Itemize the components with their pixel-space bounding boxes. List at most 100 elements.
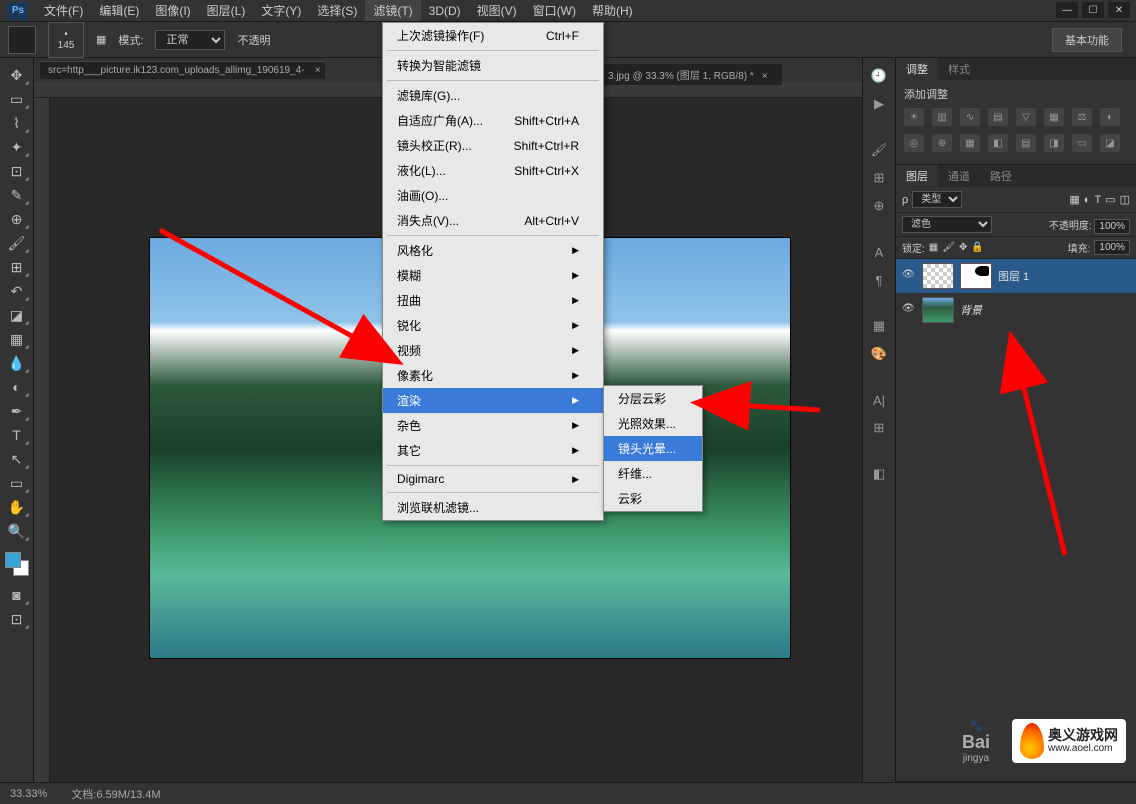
crop-tool[interactable]: ⊡ (4, 160, 30, 182)
lasso-tool[interactable]: ⌇ (4, 112, 30, 134)
menu-stylize[interactable]: 风格化▶ (383, 238, 603, 263)
layer-name[interactable]: 背景 (960, 302, 982, 318)
pen-tool[interactable]: ✒ (4, 400, 30, 422)
healing-brush-tool[interactable]: ⊕ (4, 208, 30, 230)
path-selection-tool[interactable]: ↖ (4, 448, 30, 470)
brush-preview[interactable] (8, 26, 36, 54)
lock-pixels-icon[interactable]: 🖌 (942, 242, 955, 253)
menu-distort[interactable]: 扭曲▶ (383, 288, 603, 313)
tab-close-icon[interactable]: × (315, 65, 321, 76)
para-styles-panel-icon[interactable]: ⊞ (867, 416, 891, 440)
paths-tab[interactable]: 路径 (980, 165, 1022, 187)
menu-browse-filters-online[interactable]: 浏览联机滤镜... (383, 495, 603, 520)
document-tab[interactable]: src=http___picture.ik123.com_uploads_all… (40, 61, 325, 79)
clone-source-panel-icon[interactable]: ⊕ (867, 194, 891, 218)
menu-difference-clouds[interactable]: 分层云彩 (604, 386, 702, 411)
eyedropper-tool[interactable]: ✎ (4, 184, 30, 206)
swatches-panel-icon[interactable]: ▦ (867, 314, 891, 338)
brush-tool[interactable]: 🖌 (4, 232, 30, 254)
menu-filter-gallery[interactable]: 滤镜库(G)... (383, 83, 603, 108)
menu-layer[interactable]: 图层(L) (199, 0, 254, 21)
lock-all-icon[interactable]: 🔒 (971, 242, 983, 253)
color-swatches[interactable] (5, 552, 29, 576)
blend-mode-layer-select[interactable]: 滤色 (902, 216, 992, 233)
zoom-tool[interactable]: 🔍 (4, 520, 30, 542)
menu-last-filter[interactable]: 上次滤镜操作(F)Ctrl+F (383, 23, 603, 48)
menu-clouds[interactable]: 云彩 (604, 486, 702, 511)
menu-view[interactable]: 视图(V) (469, 0, 525, 21)
menu-lens-correction[interactable]: 镜头校正(R)...Shift+Ctrl+R (383, 133, 603, 158)
menu-adaptive-wide-angle[interactable]: 自适应广角(A)...Shift+Ctrl+A (383, 108, 603, 133)
brushes-panel-icon[interactable]: 🖌 (867, 138, 891, 162)
menu-fibers[interactable]: 纤维... (604, 461, 702, 486)
dodge-tool[interactable]: ◐ (4, 376, 30, 398)
visibility-toggle-icon[interactable]: 👁 (902, 303, 916, 317)
menu-digimarc[interactable]: Digimarc▶ (383, 468, 603, 490)
move-tool[interactable]: ✥ (4, 64, 30, 86)
channels-tab[interactable]: 通道 (938, 165, 980, 187)
menu-filter[interactable]: 滤镜(T) (365, 0, 420, 21)
color-balance-icon[interactable]: ⚖ (1072, 108, 1092, 126)
menu-blur[interactable]: 模糊▶ (383, 263, 603, 288)
curves-icon[interactable]: ∿ (960, 108, 980, 126)
menu-oil-paint[interactable]: 油画(O)... (383, 183, 603, 208)
layer-filter-select[interactable]: 类型 (912, 191, 962, 208)
actions-panel-icon[interactable]: ▶ (867, 92, 891, 116)
zoom-level[interactable]: 33.33% (10, 788, 47, 800)
lock-transparency-icon[interactable]: ▦ (929, 242, 938, 253)
tab-close-icon-2[interactable]: × (762, 71, 768, 82)
menu-help[interactable]: 帮助(H) (584, 0, 641, 21)
menu-file[interactable]: 文件(F) (36, 0, 91, 21)
shape-tool[interactable]: ▭ (4, 472, 30, 494)
hue-sat-icon[interactable]: ▦ (1044, 108, 1064, 126)
document-size[interactable]: 文档:6.59M/13.4M (71, 786, 160, 802)
brush-panel-toggle-icon[interactable]: ▦ (96, 33, 106, 46)
layer-mask-thumbnail[interactable] (960, 263, 992, 289)
brush-presets-panel-icon[interactable]: ⊞ (867, 166, 891, 190)
maximize-button[interactable]: ☐ (1082, 2, 1104, 18)
adjustments-tab[interactable]: 调整 (896, 58, 938, 80)
channel-mixer-icon[interactable]: ⊕ (932, 134, 952, 152)
color-panel-icon[interactable]: 🎨 (867, 342, 891, 366)
workspace-button[interactable]: 基本功能 (1052, 28, 1122, 52)
gradient-tool[interactable]: ▦ (4, 328, 30, 350)
blur-tool[interactable]: 💧 (4, 352, 30, 374)
menu-video[interactable]: 视频▶ (383, 338, 603, 363)
menu-type[interactable]: 文字(Y) (253, 0, 309, 21)
layer-row[interactable]: 👁 背景 (896, 293, 1136, 327)
brush-size-indicator[interactable]: •145 (48, 22, 84, 58)
lock-position-icon[interactable]: ✥ (959, 242, 967, 253)
blend-mode-select[interactable]: 正常 (155, 30, 225, 50)
menu-edit[interactable]: 编辑(E) (91, 0, 147, 21)
exposure-icon[interactable]: ▤ (988, 108, 1008, 126)
foreground-color-swatch[interactable] (5, 552, 21, 568)
menu-liquify[interactable]: 液化(L)...Shift+Ctrl+X (383, 158, 603, 183)
menu-lighting-effects[interactable]: 光照效果... (604, 411, 702, 436)
type-tool[interactable]: T (4, 424, 30, 446)
eraser-tool[interactable]: ◪ (4, 304, 30, 326)
menu-vanishing-point[interactable]: 消失点(V)...Alt+Ctrl+V (383, 208, 603, 233)
marquee-tool[interactable]: ▭ (4, 88, 30, 110)
menu-render[interactable]: 渲染▶ 分层云彩 光照效果... 镜头光晕... 纤维... 云彩 (383, 388, 603, 413)
navigator-panel-icon[interactable]: ◧ (867, 462, 891, 486)
history-panel-icon[interactable]: 🕘 (867, 64, 891, 88)
invert-icon[interactable]: ◧ (988, 134, 1008, 152)
layer-thumbnail[interactable] (922, 297, 954, 323)
menu-sharpen[interactable]: 锐化▶ (383, 313, 603, 338)
filter-smart-icon[interactable]: ◫ (1120, 193, 1130, 206)
menu-noise[interactable]: 杂色▶ (383, 413, 603, 438)
menu-3d[interactable]: 3D(D) (421, 2, 469, 20)
layer-name[interactable]: 图层 1 (998, 268, 1029, 284)
menu-other[interactable]: 其它▶ (383, 438, 603, 463)
menu-image[interactable]: 图像(I) (147, 0, 198, 21)
clone-stamp-tool[interactable]: ⊞ (4, 256, 30, 278)
styles-tab[interactable]: 样式 (938, 58, 980, 80)
filter-adjust-icon[interactable]: ◐ (1084, 194, 1091, 206)
posterize-icon[interactable]: ▤ (1016, 134, 1036, 152)
color-lookup-icon[interactable]: ▦ (960, 134, 980, 152)
history-brush-tool[interactable]: ↶ (4, 280, 30, 302)
filter-pixel-icon[interactable]: ▦ (1069, 193, 1079, 206)
vibrance-icon[interactable]: ▽ (1016, 108, 1036, 126)
hand-tool[interactable]: ✋ (4, 496, 30, 518)
menu-pixelate[interactable]: 像素化▶ (383, 363, 603, 388)
